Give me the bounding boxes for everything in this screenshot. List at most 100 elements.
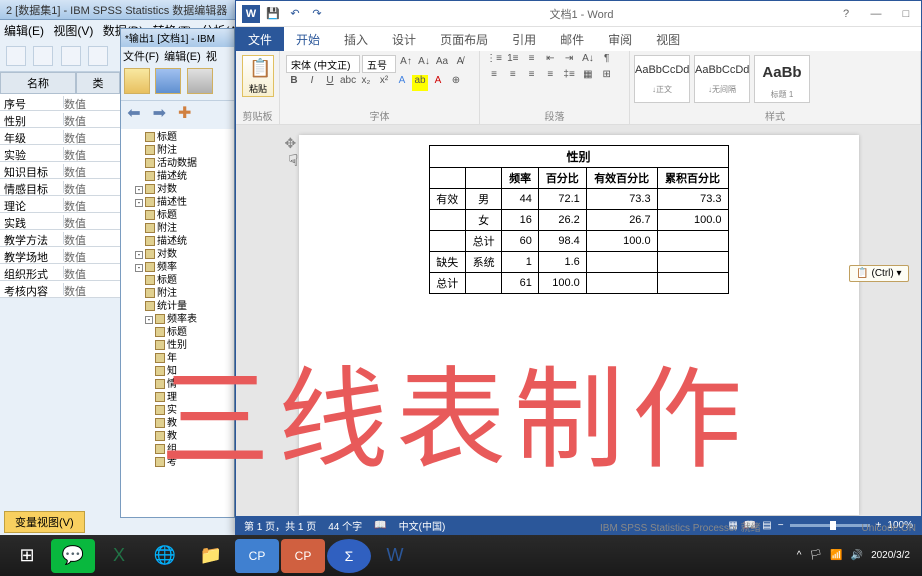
table-move-handle-icon[interactable]: ✥ (285, 135, 297, 152)
tree-item[interactable]: 描述统 (123, 235, 232, 248)
tab-home[interactable]: 开始 (284, 27, 332, 51)
phonetic-icon[interactable]: ⊕ (448, 75, 464, 91)
table-row[interactable]: 总计6098.4100.0 (429, 231, 728, 252)
tree-item[interactable]: 附注 (123, 144, 232, 157)
toolbar-button[interactable] (61, 46, 81, 66)
menu-edit[interactable]: 编辑(E) (164, 51, 201, 63)
menu-view[interactable]: 视图(V) (53, 24, 93, 38)
spss-icon[interactable]: Σ (327, 539, 371, 573)
network-icon[interactable]: 📶 (830, 550, 842, 561)
tab-layout[interactable]: 页面布局 (428, 27, 500, 51)
shrink-font-icon[interactable]: A↓ (416, 56, 432, 72)
strike-icon[interactable]: abc (340, 75, 356, 91)
variable-row[interactable]: 性别数值 (0, 111, 120, 128)
tab-design[interactable]: 设计 (380, 27, 428, 51)
document-area[interactable]: ✥ ☟ 性别 频率百分比有效百分比累积百分比有效男4472.173.373.3女… (236, 125, 921, 516)
font-size-select[interactable]: 五号 (362, 55, 396, 73)
print-icon[interactable] (187, 68, 213, 94)
maximize-icon[interactable]: □ (891, 8, 921, 20)
toolbar-button[interactable] (6, 46, 26, 66)
font-color-icon[interactable]: A (430, 75, 446, 91)
tab-view[interactable]: 视图 (644, 27, 692, 51)
table-row[interactable]: 总计61100.0 (429, 273, 728, 294)
wechat-icon[interactable]: 💬 (51, 539, 95, 573)
folder-icon[interactable]: 📁 (189, 539, 233, 573)
help-icon[interactable]: ? (831, 8, 861, 20)
add-icon[interactable]: ✚ (174, 103, 196, 123)
tab-mail[interactable]: 邮件 (548, 27, 596, 51)
col-name[interactable]: 名称 (0, 72, 76, 94)
flag-icon[interactable]: 🏳 (809, 550, 822, 561)
tree-item[interactable]: 活动数据 (123, 157, 232, 170)
volume-icon[interactable]: 🔊 (851, 550, 863, 561)
tree-item[interactable]: 教 (123, 417, 232, 430)
word-count[interactable]: 44 个字 (328, 518, 362, 533)
indent-right-icon[interactable]: ⇥ (561, 53, 577, 69)
save-icon[interactable] (155, 68, 181, 94)
menu-file[interactable]: 文件(F) (123, 51, 159, 63)
minimize-icon[interactable]: — (861, 8, 891, 20)
tree-item[interactable]: -频率 (123, 261, 232, 274)
tree-item[interactable]: 知 (123, 365, 232, 378)
ribbon-tabs[interactable]: 文件 开始 插入 设计 页面布局 引用 邮件 审阅 视图 (236, 27, 921, 51)
variable-row[interactable]: 序号数值 (0, 94, 120, 111)
tab-references[interactable]: 引用 (500, 27, 548, 51)
text-effect-icon[interactable]: A (394, 75, 410, 91)
tab-insert[interactable]: 插入 (332, 27, 380, 51)
align-right-icon[interactable]: ≡ (524, 69, 540, 85)
font-name-select[interactable]: 宋体 (中文正) (286, 55, 360, 73)
tree-item[interactable]: 附注 (123, 287, 232, 300)
toolbar-button[interactable] (33, 46, 53, 66)
tree-item[interactable]: 考 (123, 456, 232, 469)
language[interactable]: 中文(中国) (399, 518, 446, 533)
excel-icon[interactable]: X (97, 539, 141, 573)
style-nospacing[interactable]: AaBbCcDd ↓无间隔 (694, 55, 750, 103)
tree-item[interactable]: 实 (123, 404, 232, 417)
zoom-out-icon[interactable]: − (778, 520, 784, 531)
save-icon[interactable]: 💾 (264, 5, 282, 23)
subscript-icon[interactable]: x₂ (358, 75, 374, 91)
clock[interactable]: 2020/3/2 (871, 550, 910, 561)
spellcheck-icon[interactable]: 📖 (374, 520, 386, 531)
variable-row[interactable]: 教学场地数值 (0, 247, 120, 264)
borders-icon[interactable]: ⊞ (599, 69, 615, 85)
table-row[interactable]: 女1626.226.7100.0 (429, 210, 728, 231)
variable-row[interactable]: 年级数值 (0, 128, 120, 145)
menu-edit[interactable]: 编辑(E) (4, 24, 44, 38)
paste-options-button[interactable]: 📋 (Ctrl) ▾ (849, 265, 908, 282)
italic-icon[interactable]: I (304, 75, 320, 91)
paste-button[interactable]: 粘贴 (242, 55, 274, 97)
spss-output-menu[interactable]: 文件(F) 编辑(E) 视 (121, 47, 234, 65)
clear-format-icon[interactable]: A̸ (452, 56, 468, 72)
bold-icon[interactable]: B (286, 75, 302, 91)
web-layout-icon[interactable]: ▤ (762, 520, 771, 531)
tab-review[interactable]: 审阅 (596, 27, 644, 51)
sort-icon[interactable]: A↓ (580, 53, 596, 69)
indent-left-icon[interactable]: ⇤ (542, 53, 558, 69)
redo-icon[interactable]: ↷ (308, 5, 326, 23)
style-normal[interactable]: AaBbCcDd ↓正文 (634, 55, 690, 103)
tree-item[interactable]: -对数 (123, 183, 232, 196)
open-icon[interactable] (124, 68, 150, 94)
tree-item[interactable]: 教 (123, 430, 232, 443)
tree-item[interactable]: 年 (123, 352, 232, 365)
align-left-icon[interactable]: ≡ (486, 69, 502, 85)
variable-row[interactable]: 知识目标数值 (0, 162, 120, 179)
tree-item[interactable]: 描述统 (123, 170, 232, 183)
tree-item[interactable]: 标题 (123, 326, 232, 339)
tree-item[interactable]: 情 (123, 378, 232, 391)
highlight-icon[interactable]: ab (412, 75, 428, 91)
chrome-icon[interactable]: 🌐 (143, 539, 187, 573)
numbering-icon[interactable]: 1≡ (505, 53, 521, 69)
back-icon[interactable]: ⬅ (123, 103, 145, 123)
undo-icon[interactable]: ↶ (286, 5, 304, 23)
output-tree[interactable]: 标题附注活动数据描述统-对数-描述性标题附注描述统-对数-频率标题附注统计量-频… (121, 129, 234, 489)
tree-item[interactable]: 统计量 (123, 300, 232, 313)
variable-row[interactable]: 教学方法数值 (0, 230, 120, 247)
variable-row[interactable]: 考核内容数值 (0, 281, 120, 298)
line-spacing-icon[interactable]: ‡≡ (561, 69, 577, 85)
tree-item[interactable]: 标题 (123, 131, 232, 144)
system-tray[interactable]: ^ 🏳 📶 🔊 2020/3/2 (797, 550, 918, 561)
bullets-icon[interactable]: ⋮≡ (486, 53, 502, 69)
align-center-icon[interactable]: ≡ (505, 69, 521, 85)
